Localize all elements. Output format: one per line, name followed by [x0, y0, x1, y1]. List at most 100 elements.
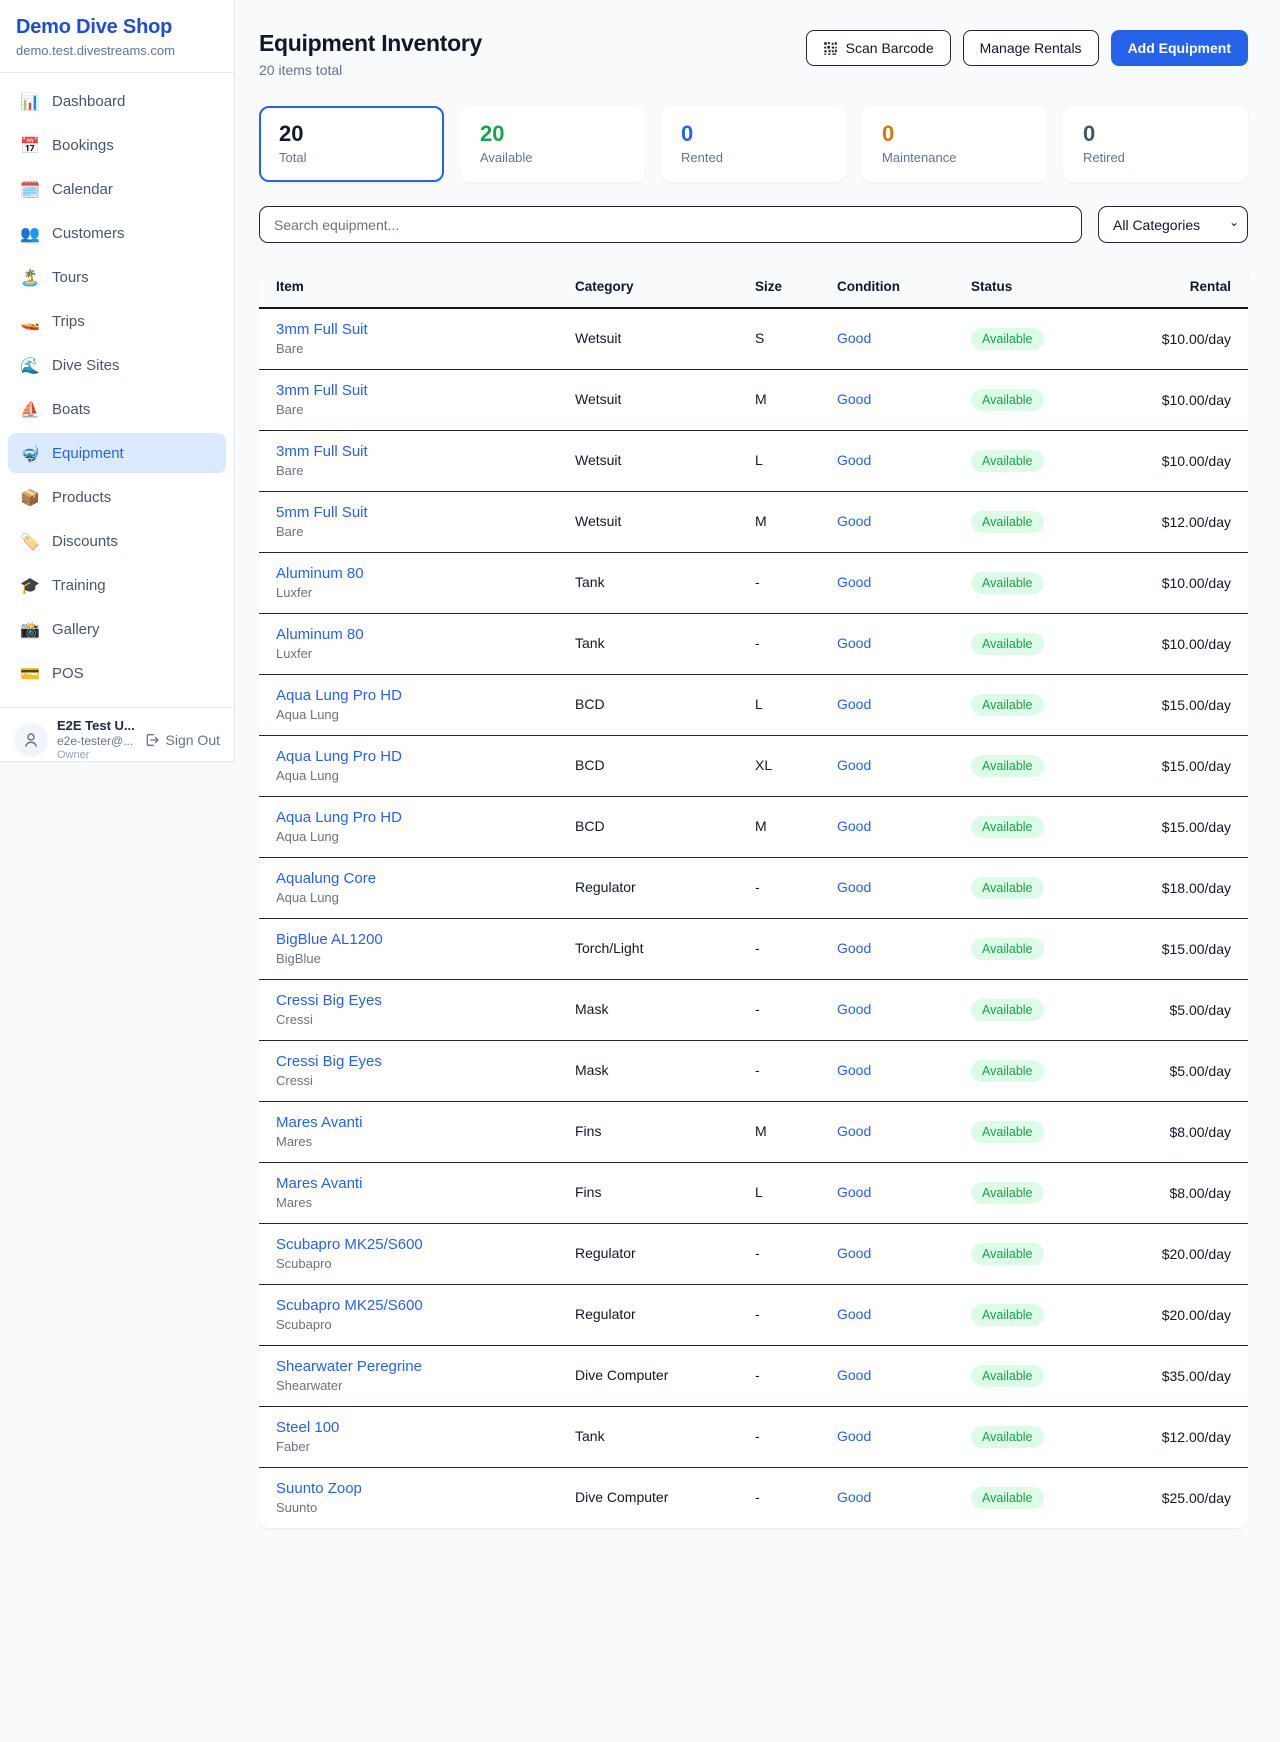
category-value: Dive Computer [575, 1367, 668, 1383]
item-name-link[interactable]: Steel 100 [276, 1419, 559, 1436]
sign-out-button[interactable]: Sign Out [144, 732, 220, 748]
item-name-link[interactable]: Aqua Lung Pro HD [276, 748, 559, 765]
condition-link[interactable]: Good [837, 452, 871, 468]
condition-link[interactable]: Good [837, 940, 871, 956]
rental-value: $10.00/day [1123, 552, 1248, 613]
status-badge: Available [971, 1121, 1044, 1143]
table-row: 3mm Full SuitBareWetsuitSGoodAvailable$1… [259, 308, 1248, 369]
sidebar-item-products[interactable]: 📦Products [8, 477, 226, 517]
condition-link[interactable]: Good [837, 635, 871, 651]
sidebar-item-dashboard[interactable]: 📊Dashboard [8, 81, 226, 121]
condition-link[interactable]: Good [837, 330, 871, 346]
condition-link[interactable]: Good [837, 1245, 871, 1261]
rental-value: $18.00/day [1123, 857, 1248, 918]
size-value: - [755, 940, 760, 956]
category-filter-select[interactable]: All Categories [1098, 206, 1248, 243]
size-value: L [755, 452, 763, 468]
sidebar-item-pos[interactable]: 💳POS [8, 653, 226, 693]
condition-link[interactable]: Good [837, 1428, 871, 1444]
table-row: Suunto ZoopSuuntoDive Computer-GoodAvail… [259, 1467, 1248, 1528]
sidebar-item-training[interactable]: 🎓Training [8, 565, 226, 605]
stat-label: Total [279, 150, 424, 165]
item-name-link[interactable]: Scubapro MK25/S600 [276, 1297, 559, 1314]
column-header-item: Item [259, 266, 567, 308]
item-name-link[interactable]: 3mm Full Suit [276, 321, 559, 338]
sidebar-item-customers[interactable]: 👥Customers [8, 213, 226, 253]
sidebar-item-label: Boats [52, 401, 90, 418]
item-name-link[interactable]: Cressi Big Eyes [276, 992, 559, 1009]
condition-link[interactable]: Good [837, 1001, 871, 1017]
sidebar-item-label: Bookings [52, 137, 114, 154]
sidebar-item-equipment[interactable]: 🤿Equipment [8, 433, 226, 473]
sidebar-item-discounts[interactable]: 🏷️Discounts [8, 521, 226, 561]
condition-link[interactable]: Good [837, 1123, 871, 1139]
item-name-link[interactable]: Aqua Lung Pro HD [276, 687, 559, 704]
item-name-link[interactable]: Mares Avanti [276, 1175, 559, 1192]
condition-cell: Good [829, 979, 963, 1040]
sidebar-item-trips[interactable]: 🚤Trips [8, 301, 226, 341]
sidebar-item-dive-sites[interactable]: 🌊Dive Sites [8, 345, 226, 385]
table-row: 3mm Full SuitBareWetsuitLGoodAvailable$1… [259, 430, 1248, 491]
status-badge: Available [971, 877, 1044, 899]
category-value: Tank [575, 574, 605, 590]
manage-rentals-button[interactable]: Manage Rentals [963, 30, 1099, 66]
condition-link[interactable]: Good [837, 1184, 871, 1200]
item-name-link[interactable]: Scubapro MK25/S600 [276, 1236, 559, 1253]
status-badge: Available [971, 572, 1044, 594]
stat-card-retired[interactable]: 0Retired [1063, 106, 1248, 182]
category-cell: BCD [567, 796, 747, 857]
sidebar-item-bookings[interactable]: 📅Bookings [8, 125, 226, 165]
item-name-link[interactable]: Aluminum 80 [276, 626, 559, 643]
scan-barcode-button[interactable]: Scan Barcode [806, 30, 951, 66]
condition-link[interactable]: Good [837, 818, 871, 834]
barcode-scan-icon [823, 41, 838, 56]
condition-link[interactable]: Good [837, 1306, 871, 1322]
item-name-link[interactable]: Mares Avanti [276, 1114, 559, 1131]
sidebar-item-label: POS [52, 665, 84, 682]
header-actions: Scan Barcode Manage Rentals Add Equipmen… [806, 30, 1248, 66]
status-cell: Available [963, 308, 1123, 369]
item-name-link[interactable]: 3mm Full Suit [276, 443, 559, 460]
sidebar-item-gallery[interactable]: 📸Gallery [8, 609, 226, 649]
condition-link[interactable]: Good [837, 1489, 871, 1505]
condition-link[interactable]: Good [837, 757, 871, 773]
add-equipment-button[interactable]: Add Equipment [1111, 30, 1248, 66]
sidebar-item-boats[interactable]: ⛵Boats [8, 389, 226, 429]
table-row: Scubapro MK25/S600ScubaproRegulator-Good… [259, 1223, 1248, 1284]
item-name-link[interactable]: Suunto Zoop [276, 1480, 559, 1497]
condition-link[interactable]: Good [837, 1367, 871, 1383]
stats-cards: 20Total20Available0Rented0Maintenance0Re… [259, 106, 1248, 182]
item-name-link[interactable]: Shearwater Peregrine [276, 1358, 559, 1375]
condition-link[interactable]: Good [837, 513, 871, 529]
item-brand: Aqua Lung [276, 890, 559, 905]
condition-link[interactable]: Good [837, 696, 871, 712]
item-name-link[interactable]: 3mm Full Suit [276, 382, 559, 399]
stat-card-rented[interactable]: 0Rented [661, 106, 846, 182]
item-name-link[interactable]: Cressi Big Eyes [276, 1053, 559, 1070]
rental-value: $10.00/day [1123, 430, 1248, 491]
table-row: Aqua Lung Pro HDAqua LungBCDMGoodAvailab… [259, 796, 1248, 857]
item-name-link[interactable]: BigBlue AL1200 [276, 931, 559, 948]
size-value: - [755, 1306, 760, 1322]
sidebar-item-calendar[interactable]: 🗓️Calendar [8, 169, 226, 209]
condition-link[interactable]: Good [837, 879, 871, 895]
sidebar-item-tours[interactable]: 🏝️Tours [8, 257, 226, 297]
item-name-link[interactable]: 5mm Full Suit [276, 504, 559, 521]
item-brand: Cressi [276, 1073, 559, 1088]
stat-card-maintenance[interactable]: 0Maintenance [862, 106, 1047, 182]
condition-link[interactable]: Good [837, 391, 871, 407]
condition-link[interactable]: Good [837, 574, 871, 590]
item-name-link[interactable]: Aluminum 80 [276, 565, 559, 582]
item-cell: Cressi Big EyesCressi [259, 979, 567, 1040]
search-input[interactable] [259, 206, 1082, 243]
item-name-link[interactable]: Aqualung Core [276, 870, 559, 887]
item-name-link[interactable]: Aqua Lung Pro HD [276, 809, 559, 826]
rental-value: $20.00/day [1123, 1284, 1248, 1345]
manage-rentals-label: Manage Rentals [980, 40, 1082, 56]
stat-card-total[interactable]: 20Total [259, 106, 444, 182]
status-cell: Available [963, 1406, 1123, 1467]
status-cell: Available [963, 1040, 1123, 1101]
table-row: Aqualung CoreAqua LungRegulator-GoodAvai… [259, 857, 1248, 918]
condition-link[interactable]: Good [837, 1062, 871, 1078]
stat-card-available[interactable]: 20Available [460, 106, 645, 182]
